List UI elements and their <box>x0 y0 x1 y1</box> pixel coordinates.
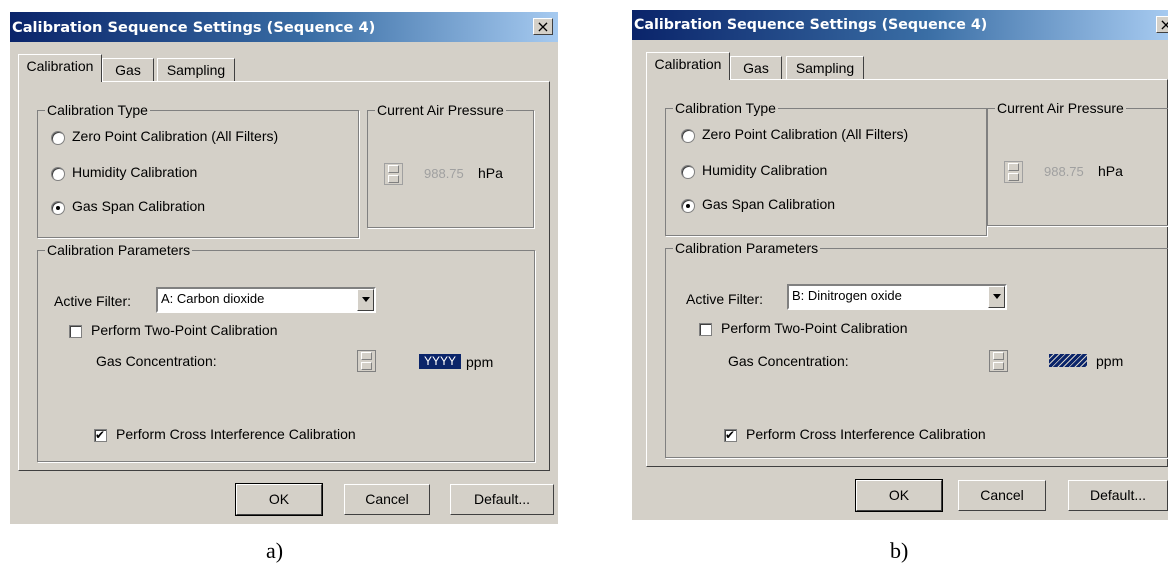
tab-calibration[interactable]: Calibration <box>18 54 102 82</box>
tab-sampling[interactable]: Sampling <box>786 56 864 80</box>
zero-point-label: Zero Point Calibration (All Filters) <box>702 126 909 142</box>
active-filter-label: Active Filter: <box>686 291 764 307</box>
title-bar: Calibration Sequence Settings (Sequence … <box>632 10 1168 40</box>
humidity-label: Humidity Calibration <box>702 162 828 178</box>
active-filter-value: B: Dinitrogen oxide <box>792 288 902 303</box>
tab-label: Calibration <box>654 56 722 72</box>
gas-span-radio[interactable] <box>681 199 695 213</box>
chevron-down-icon[interactable] <box>988 286 1005 308</box>
gas-concentration-unit: ppm <box>466 354 494 370</box>
tab-sampling[interactable]: Sampling <box>157 58 235 82</box>
close-button[interactable]: × <box>1156 16 1168 33</box>
air-pressure-group: Current Air Pressure 988.75 hPa <box>987 100 1168 226</box>
close-button[interactable]: × <box>533 18 553 35</box>
calibration-type-legend: Calibration Type <box>45 102 150 118</box>
gas-concentration-unit: ppm <box>1096 353 1124 369</box>
dialog-title: Calibration Sequence Settings (Sequence … <box>634 17 988 33</box>
calibration-parameters-legend: Calibration Parameters <box>45 242 193 258</box>
title-bar: Calibration Sequence Settings (Sequence … <box>10 12 558 42</box>
tab-label: Sampling <box>795 60 855 76</box>
two-point-label: Perform Two-Point Calibration <box>721 320 908 336</box>
cancel-button[interactable]: Cancel <box>344 484 430 515</box>
ok-button[interactable]: OK <box>855 479 943 512</box>
two-point-checkbox[interactable] <box>69 325 82 338</box>
gas-concentration-spinner[interactable] <box>357 350 376 372</box>
pressure-unit: hPa <box>478 165 503 181</box>
calibration-dialog-b: Calibration Sequence Settings (Sequence … <box>632 10 1168 520</box>
zero-point-radio[interactable] <box>681 129 695 143</box>
default-button[interactable]: Default... <box>450 484 554 515</box>
air-pressure-group: Current Air Pressure 988.75 hPa <box>367 102 534 228</box>
close-icon: × <box>536 17 550 36</box>
zero-point-radio[interactable] <box>51 131 65 145</box>
tab-calibration[interactable]: Calibration <box>646 52 730 80</box>
pressure-value: 988.75 <box>1044 164 1084 179</box>
tab-panel: Calibration Type Zero Point Calibration … <box>18 81 550 471</box>
cross-interference-label: Perform Cross Interference Calibration <box>116 426 356 442</box>
calibration-parameters-group: Calibration Parameters Active Filter: B:… <box>665 240 1168 458</box>
active-filter-select[interactable]: A: Carbon dioxide <box>156 287 376 313</box>
air-pressure-legend: Current Air Pressure <box>375 102 506 118</box>
zero-point-label: Zero Point Calibration (All Filters) <box>72 128 279 144</box>
calibration-type-group: Calibration Type Zero Point Calibration … <box>665 100 987 236</box>
pressure-unit: hPa <box>1098 163 1123 179</box>
pressure-spinner <box>1004 161 1023 183</box>
gas-concentration-label: Gas Concentration: <box>728 353 849 369</box>
gas-concentration-input[interactable]: YYYY <box>419 354 461 369</box>
gas-span-label: Gas Span Calibration <box>702 196 836 212</box>
cross-interference-checkbox[interactable] <box>94 428 107 442</box>
humidity-radio[interactable] <box>681 165 695 179</box>
active-filter-label: Active Filter: <box>54 293 132 309</box>
calibration-parameters-group: Calibration Parameters Active Filter: A:… <box>37 242 535 462</box>
caption-a: a) <box>266 538 284 563</box>
active-filter-value: A: Carbon dioxide <box>161 291 265 306</box>
dialog-title: Calibration Sequence Settings (Sequence … <box>12 19 376 36</box>
ok-button[interactable]: OK <box>235 483 323 516</box>
calibration-type-legend: Calibration Type <box>673 100 778 116</box>
two-point-checkbox[interactable] <box>699 323 712 336</box>
caption-b: b) <box>890 538 909 563</box>
air-pressure-legend: Current Air Pressure <box>995 100 1126 116</box>
close-icon: × <box>1159 15 1168 34</box>
tab-label: Calibration <box>26 58 94 74</box>
tab-panel: Calibration Type Zero Point Calibration … <box>646 79 1168 467</box>
humidity-radio[interactable] <box>51 167 65 181</box>
tab-label: Sampling <box>166 62 226 78</box>
two-point-label: Perform Two-Point Calibration <box>91 322 278 338</box>
cancel-button[interactable]: Cancel <box>958 480 1046 511</box>
calibration-type-group: Calibration Type Zero Point Calibration … <box>37 102 359 238</box>
tab-label: Gas <box>743 60 769 76</box>
pressure-spinner <box>384 163 403 185</box>
active-filter-select[interactable]: B: Dinitrogen oxide <box>787 284 1007 310</box>
calibration-dialog-a: Calibration Sequence Settings (Sequence … <box>10 12 558 524</box>
gas-concentration-spinner[interactable] <box>989 350 1008 372</box>
cross-interference-checkbox[interactable] <box>724 428 737 442</box>
tab-gas[interactable]: Gas <box>730 56 782 80</box>
gas-concentration-input[interactable] <box>1049 354 1087 367</box>
gas-span-label: Gas Span Calibration <box>72 198 206 214</box>
gas-span-radio[interactable] <box>51 201 65 215</box>
tab-gas[interactable]: Gas <box>102 58 154 82</box>
calibration-parameters-legend: Calibration Parameters <box>673 240 821 256</box>
humidity-label: Humidity Calibration <box>72 164 198 180</box>
cross-interference-label: Perform Cross Interference Calibration <box>746 426 986 442</box>
chevron-down-icon[interactable] <box>357 289 374 311</box>
tab-label: Gas <box>115 62 141 78</box>
pressure-value: 988.75 <box>424 166 464 181</box>
gas-concentration-label: Gas Concentration: <box>96 353 217 369</box>
default-button[interactable]: Default... <box>1068 480 1168 511</box>
